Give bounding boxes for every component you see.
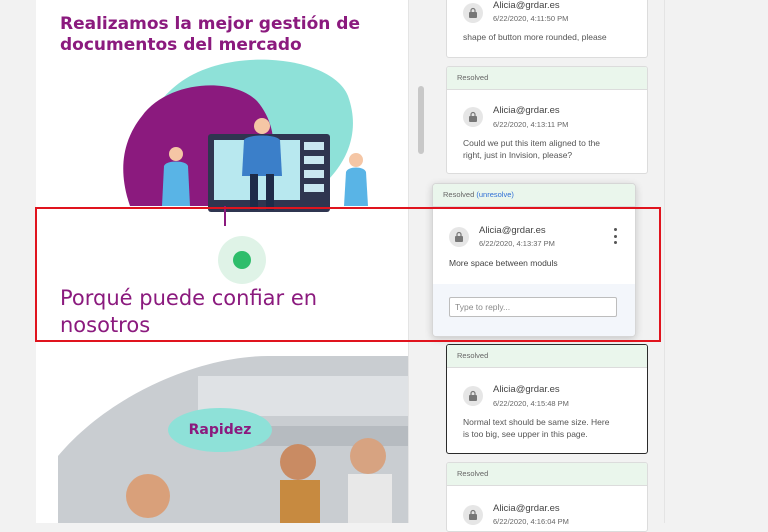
unresolve-link[interactable]: (unresolve) xyxy=(476,190,514,199)
comment-time: 6/22/2020, 4:13:11 PM xyxy=(493,120,569,129)
panel-divider xyxy=(408,0,409,523)
comment-marker-icon[interactable] xyxy=(218,236,266,284)
section-heading: Realizamos la mejor gestión de documento… xyxy=(60,14,390,56)
comment-text-line: right, just in Invision, please? xyxy=(463,150,573,160)
comment-text: shape of button more rounded, please xyxy=(463,32,607,42)
resolved-label: Resolved xyxy=(447,345,647,368)
scrollbar-thumb[interactable] xyxy=(418,86,424,154)
marker-dot xyxy=(233,251,251,269)
comment-time: 6/22/2020, 4:15:48 PM xyxy=(493,399,569,408)
resolved-label: Resolved xyxy=(443,190,475,199)
user-lock-icon xyxy=(463,3,483,23)
comment-time: 6/22/2020, 4:16:04 PM xyxy=(493,517,569,526)
scrollbar-track[interactable] xyxy=(416,0,426,523)
user-lock-icon xyxy=(463,107,483,127)
active-comment-card[interactable]: Resolved (unresolve) Alicia@grdar.es 6/2… xyxy=(432,183,636,337)
panel-right-border xyxy=(664,0,665,523)
comment-card[interactable]: Resolved Alicia@grdar.es 6/22/2020, 4:15… xyxy=(446,344,648,454)
resolved-label: Resolved xyxy=(447,67,647,90)
comment-text-line: Normal text should be same size. Here xyxy=(463,417,610,427)
vertical-dots-icon[interactable] xyxy=(611,228,619,244)
comment-author: Alicia@grdar.es xyxy=(493,0,560,11)
comment-author: Alicia@grdar.es xyxy=(493,503,560,514)
comment-time: 6/22/2020, 4:13:37 PM xyxy=(479,239,555,248)
comment-card[interactable]: Alicia@grdar.es 6/22/2020, 4:11:50 PM sh… xyxy=(446,0,648,58)
heading-line-2: documentos del mercado xyxy=(60,35,302,55)
section-title: Porqué puede confiar en nosotros xyxy=(60,285,390,339)
comment-text: Normal text should be same size. Here is… xyxy=(463,416,609,440)
heading-line-1: Realizamos la mejor gestión de xyxy=(60,14,360,34)
team-illustration xyxy=(123,59,368,226)
comment-time: 6/22/2020, 4:11:50 PM xyxy=(493,14,569,23)
comment-text-line: Could we put this item aligned to the xyxy=(463,138,601,148)
resolved-header: Resolved (unresolve) xyxy=(433,184,635,207)
user-lock-icon xyxy=(449,227,469,247)
user-lock-icon xyxy=(463,505,483,525)
comment-text: More space between moduls xyxy=(449,258,558,268)
comment-card[interactable]: Resolved Alicia@grdar.es 6/22/2020, 4:16… xyxy=(446,462,648,532)
reply-input[interactable] xyxy=(449,297,617,317)
comment-text: Could we put this item aligned to the ri… xyxy=(463,137,600,161)
comment-card[interactable]: Resolved Alicia@grdar.es 6/22/2020, 4:13… xyxy=(446,66,648,174)
rapidez-badge: Rapidez xyxy=(168,408,272,452)
title-line-1: Porqué puede confiar en xyxy=(60,286,318,310)
comment-author: Alicia@grdar.es xyxy=(493,105,560,116)
comment-author: Alicia@grdar.es xyxy=(479,225,546,236)
comment-text-line: is too big, see upper in this page. xyxy=(463,429,588,439)
comment-author: Alicia@grdar.es xyxy=(493,384,560,395)
resolved-label: Resolved xyxy=(447,463,647,486)
title-line-2: nosotros xyxy=(60,313,151,337)
user-lock-icon xyxy=(463,386,483,406)
